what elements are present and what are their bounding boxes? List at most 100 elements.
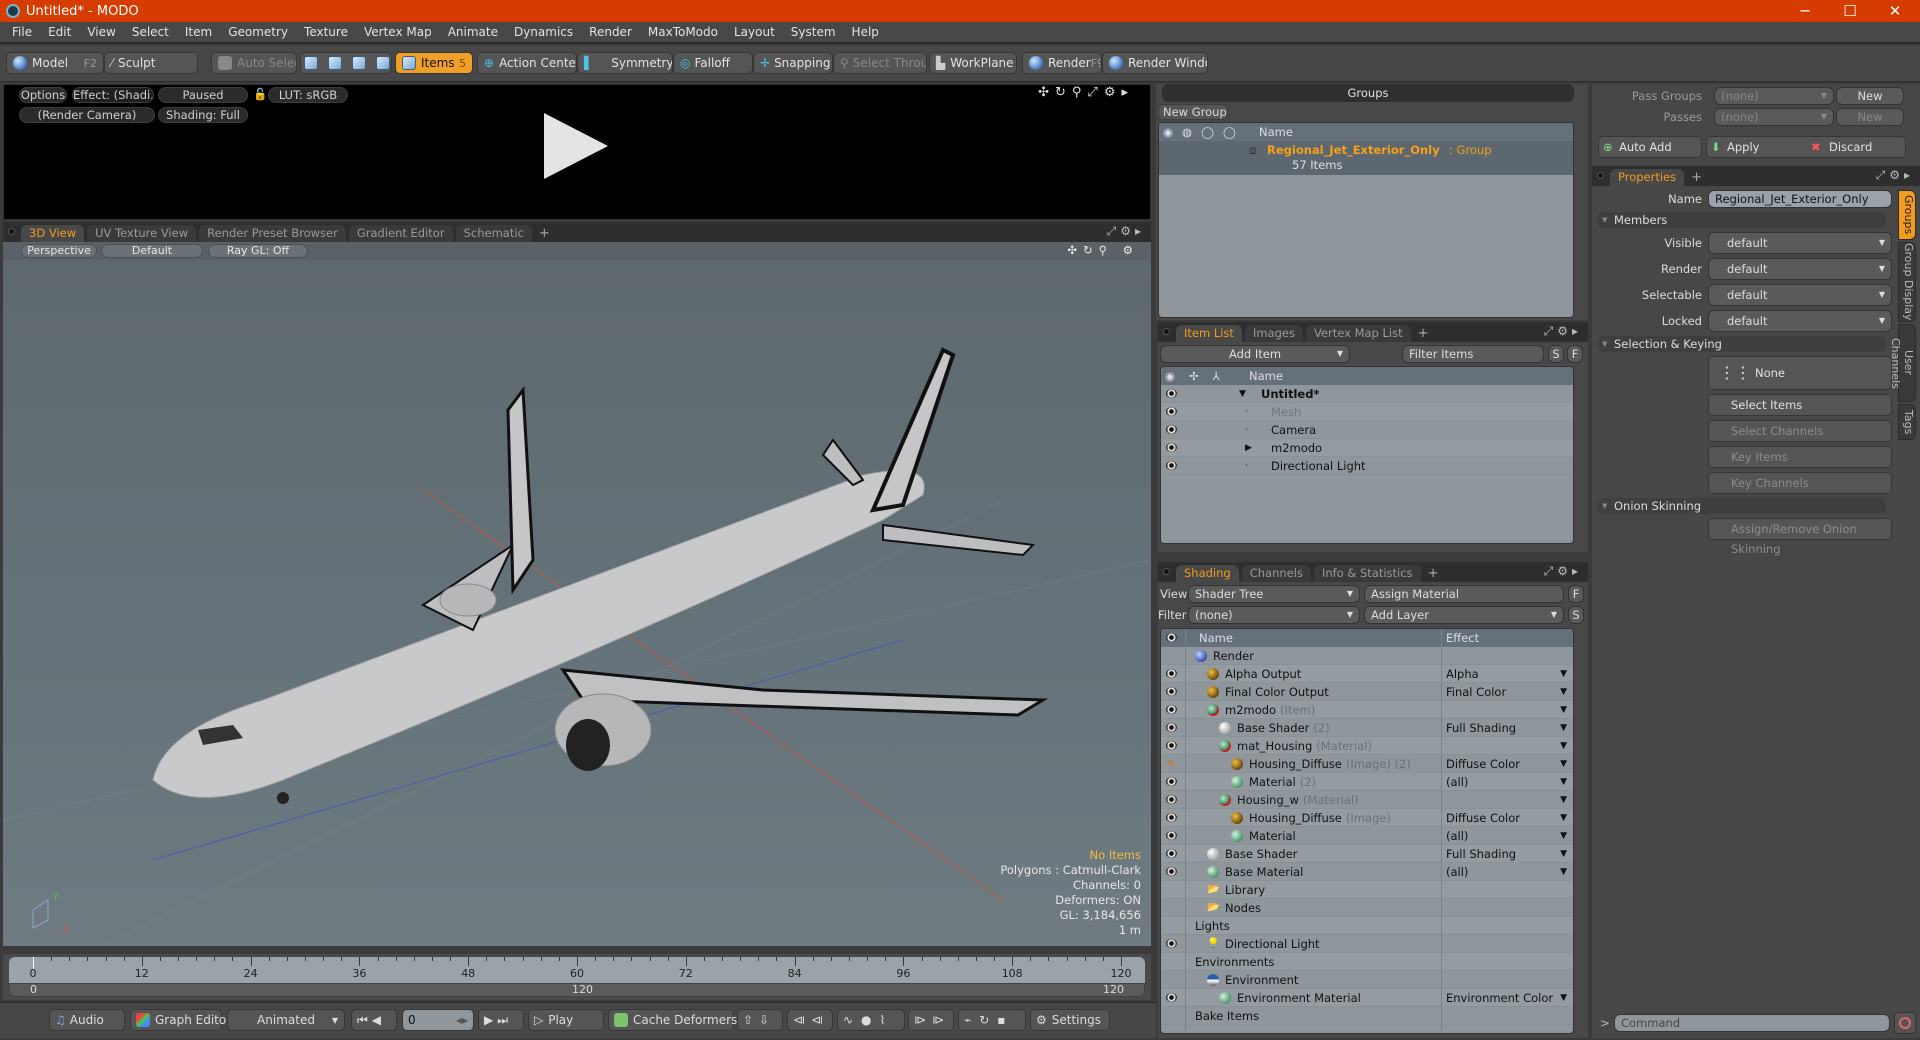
tab-info-statistics[interactable]: Info & Statistics <box>1313 565 1421 582</box>
effect-dropdown[interactable]: (all) <box>1446 773 1468 791</box>
shader-row[interactable]: Base Shader Full Shading ▼ <box>1161 845 1573 863</box>
effect-dropdown[interactable]: Final Color <box>1446 683 1506 701</box>
properties-panel-controls[interactable]: ⤢⚙▸ <box>1876 168 1914 183</box>
key-items-button[interactable]: Key Items <box>1708 446 1892 468</box>
shader-row[interactable]: Environment Material Environment Color ▼ <box>1161 989 1573 1007</box>
preview-effect-dropdown[interactable]: Effect: (Shadi... <box>72 87 154 103</box>
tab-item-list[interactable]: Item List <box>1176 325 1242 342</box>
preview-view-controls[interactable]: ✣↻⚲⤢⚙▸ <box>1038 85 1134 100</box>
visibility-eye-icon[interactable] <box>1166 993 1177 1002</box>
chevron-down-icon[interactable]: ▼ <box>1560 791 1567 809</box>
render-camera-dropdown[interactable]: (Render Camera) <box>19 107 155 123</box>
visible-dropdown[interactable]: default ▼ <box>1708 232 1892 254</box>
key-up-down-buttons[interactable]: ⇧⇩ <box>737 1009 783 1031</box>
chevron-down-icon[interactable]: ▼ <box>1560 863 1567 881</box>
viewport-panel-controls[interactable]: ⤢⚙▸ <box>1107 224 1145 239</box>
visibility-eye-icon[interactable] <box>1166 443 1177 452</box>
preview-status[interactable]: Paused <box>158 87 248 103</box>
onion-skinning-section[interactable]: Onion Skinning <box>1598 498 1886 514</box>
paint-brush-icon[interactable]: ✎ <box>1166 755 1176 773</box>
shader-row[interactable]: 💡 Directional Light <box>1161 935 1573 953</box>
visibility-eye-icon[interactable] <box>1166 741 1177 750</box>
item-row[interactable]: · Mesh <box>1161 403 1573 421</box>
visibility-eye-icon[interactable] <box>1166 407 1177 416</box>
chevron-down-icon[interactable]: ▼ <box>1560 737 1567 755</box>
prev-key-buttons[interactable]: ⧏⧏ <box>787 1009 833 1031</box>
visibility-eye-icon[interactable] <box>1166 813 1177 822</box>
chevron-down-icon[interactable]: ▼ <box>1560 845 1567 863</box>
shader-row[interactable]: Base Material (all) ▼ <box>1161 863 1573 881</box>
3d-viewport[interactable]: Perspective Default Ray GL: Off ✣↻⚲ ⚙ Y … <box>3 242 1151 946</box>
menu-help[interactable]: Help <box>844 25 887 39</box>
tab-images[interactable]: Images <box>1244 325 1303 342</box>
graph-editor-button[interactable]: Graph Editor <box>130 1009 231 1031</box>
auto-add-button[interactable]: ⊕ Auto Add <box>1598 136 1702 158</box>
menu-dynamics[interactable]: Dynamics <box>506 25 581 39</box>
frame-input[interactable]: 0 ◂▸ <box>402 1009 474 1031</box>
assign-onion-skinning-button[interactable]: Assign/Remove Onion Skinning <box>1708 518 1892 556</box>
falloff-button[interactable]: ◎ Falloff <box>673 52 753 74</box>
filter-items-input[interactable]: Filter Items <box>1402 345 1544 363</box>
tree-connector-icon[interactable]: ▶ <box>1245 439 1252 457</box>
tab-properties[interactable]: Properties <box>1610 169 1685 186</box>
tab-render-preset-browser[interactable]: Render Preset Browser <box>199 225 346 242</box>
render-button[interactable]: Render F9 <box>1022 52 1102 74</box>
tab-menu-dot-icon[interactable] <box>1163 328 1170 335</box>
shader-row[interactable]: Environments <box>1161 953 1573 971</box>
render-dropdown[interactable]: default ▼ <box>1708 258 1892 280</box>
style-dropdown[interactable]: Default <box>101 244 203 258</box>
effect-dropdown[interactable]: (all) <box>1446 827 1468 845</box>
visibility-eye-icon[interactable] <box>1166 425 1177 434</box>
visibility-eye-icon[interactable] <box>1166 687 1177 696</box>
chevron-down-icon[interactable]: ▼ <box>1560 809 1567 827</box>
visibility-eye-icon[interactable] <box>1166 669 1177 678</box>
chevron-down-icon[interactable]: ▼ <box>1560 719 1567 737</box>
members-section[interactable]: Members <box>1598 212 1886 228</box>
settings-button[interactable]: ⚙ Settings <box>1030 1009 1110 1031</box>
play-button[interactable]: ▷ Play <box>528 1009 604 1031</box>
menu-file[interactable]: File <box>4 25 40 39</box>
shader-row[interactable]: Housing_w (Material) ▼ <box>1161 791 1573 809</box>
menu-geometry[interactable]: Geometry <box>220 25 296 39</box>
side-tab-group-display[interactable]: Group Display <box>1898 242 1916 322</box>
view-dropdown[interactable]: Shader Tree ▼ <box>1188 585 1360 603</box>
shader-row[interactable]: mat_Housing (Material) ▼ <box>1161 737 1573 755</box>
visibility-eye-icon[interactable] <box>1166 795 1177 804</box>
shader-row[interactable]: m2modo (Item) ▼ <box>1161 701 1573 719</box>
tab-shading[interactable]: Shading <box>1176 565 1239 582</box>
effect-dropdown[interactable]: Full Shading <box>1446 719 1516 737</box>
menu-system[interactable]: System <box>783 25 844 39</box>
menu-layout[interactable]: Layout <box>726 25 783 39</box>
edges-mode-icon[interactable] <box>328 56 342 70</box>
visibility-eye-icon[interactable] <box>1166 849 1177 858</box>
add-tab-button[interactable]: + <box>535 225 554 242</box>
locked-dropdown[interactable]: default ▼ <box>1708 310 1892 332</box>
item-row[interactable]: · Directional Light <box>1161 457 1573 475</box>
tab-channels[interactable]: Channels <box>1241 565 1311 582</box>
tab-schematic[interactable]: Schematic <box>455 225 532 242</box>
side-tab-groups[interactable]: Groups <box>1898 190 1916 240</box>
workplane-button[interactable]: ▙ WorkPlane <box>929 52 1017 74</box>
shader-row[interactable]: Bake Items <box>1161 1007 1573 1025</box>
visibility-eye-icon[interactable] <box>1166 461 1177 470</box>
new-group-button[interactable]: New Group <box>1158 104 1228 120</box>
effect-dropdown[interactable]: Alpha <box>1446 665 1479 683</box>
selectable-dropdown[interactable]: default ▼ <box>1708 284 1892 306</box>
menu-texture[interactable]: Texture <box>296 25 356 39</box>
add-layer-dropdown[interactable]: Add Layer ▼ <box>1364 606 1564 624</box>
assign-material-button[interactable]: Assign Material <box>1364 585 1564 603</box>
chevron-down-icon[interactable]: ▼ <box>1560 827 1567 845</box>
item-list-s-button[interactable]: S <box>1548 345 1564 363</box>
menu-maxtomodo[interactable]: MaxToModo <box>640 25 726 39</box>
select-channels-button[interactable]: Select Channels <box>1708 420 1892 442</box>
shader-row[interactable]: Base Shader (2) Full Shading ▼ <box>1161 719 1573 737</box>
shader-row[interactable]: 📂 Nodes <box>1161 899 1573 917</box>
viewport-nav-controls[interactable]: ✣↻⚲ ⚙ <box>1067 243 1139 257</box>
next-key-buttons[interactable]: ⧐⧐ <box>908 1009 954 1031</box>
timeline-ruler[interactable]: 0 12 24 36 48 60 72 84 96 108 120 <box>9 957 1145 983</box>
cache-deformers-button[interactable]: Cache Deformers <box>608 1009 737 1031</box>
tab-menu-dot-icon[interactable] <box>1597 172 1604 179</box>
shader-row[interactable]: Housing_Diffuse (Image) Diffuse Color ▼ <box>1161 809 1573 827</box>
audio-button[interactable]: ♫ Audio <box>49 1009 125 1031</box>
menu-view[interactable]: View <box>79 25 123 39</box>
